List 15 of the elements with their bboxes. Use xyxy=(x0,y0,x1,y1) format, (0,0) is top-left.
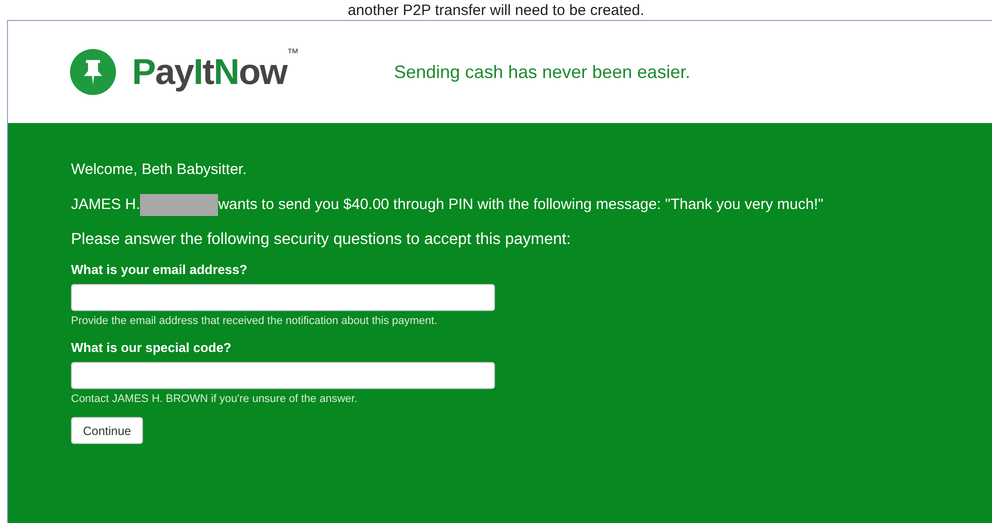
caption: another P2P transfer will need to be created. xyxy=(348,2,644,20)
tagline: Sending cash has never been easier. xyxy=(394,60,690,84)
message-text: wants to send you $40.00 through PIN with the following message: "Thank you very much!" xyxy=(218,196,824,213)
brand-logo: PayItNow$^{™}$ xyxy=(132,45,298,94)
question-label: What is your email address? xyxy=(71,262,248,278)
sender-name: JAMES H. xyxy=(71,196,140,213)
hint-text: Provide the email address that received the notification about this payment. xyxy=(71,315,438,328)
hint-text: Contact JAMES H. BROWN if you're unsure of the answer. xyxy=(71,393,358,406)
instruction-text: Please answer the following security questions to accept this payment: xyxy=(71,230,572,250)
welcome-text: Welcome, Beth Babysitter. xyxy=(71,161,248,179)
pushpin-logo-icon xyxy=(70,49,116,95)
answer-field[interactable] xyxy=(71,284,495,312)
continue-button[interactable]: Continue xyxy=(71,417,144,444)
question-label: What is our special code? xyxy=(71,340,232,356)
answer-field[interactable] xyxy=(71,362,495,390)
